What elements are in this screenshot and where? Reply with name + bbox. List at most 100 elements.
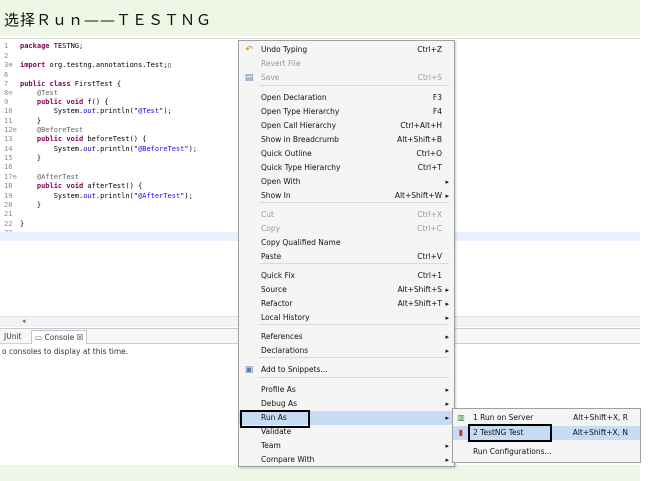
- submenu-arrow-icon: ▸: [445, 442, 449, 450]
- menu-separator: [259, 377, 449, 378]
- submenu-item-run-configurations[interactable]: Run Configurations...: [453, 445, 640, 459]
- code-token-kw: public void: [36, 98, 84, 106]
- menu-item-profile-as[interactable]: Profile As ▸: [239, 383, 454, 397]
- tab-junit[interactable]: JUnit: [4, 330, 21, 343]
- menu-item-refactor[interactable]: Refactor Alt+Shift+T ▸: [239, 297, 454, 311]
- submenu-arrow-icon: ▸: [445, 456, 449, 464]
- menu-item-local-history[interactable]: Local History ▸: [239, 311, 454, 325]
- code-token-pre: [20, 154, 37, 162]
- code-token-ann: @BeforeTest: [36, 126, 84, 134]
- code-text: public void afterTest() {: [20, 181, 142, 191]
- submenu-arrow-icon: ▸: [445, 314, 449, 322]
- submenu-item-1-run-on-server[interactable]: ▥ 1 Run on Server Alt+Shift+X, R: [453, 411, 640, 425]
- menu-item-open-call-hierarchy[interactable]: Open Call Hierarchy Ctrl+Alt+H: [239, 119, 454, 133]
- code-token-pre: System.: [20, 107, 84, 115]
- lower-band: [0, 465, 640, 481]
- code-token-post: }: [36, 117, 42, 125]
- submenu-arrow-icon: ▸: [445, 414, 449, 422]
- code-token-kw: public void: [36, 182, 84, 190]
- menu-item-debug-as[interactable]: Debug As ▸: [239, 397, 454, 411]
- menu-item-shortcut: Alt+Shift+B: [397, 135, 442, 144]
- submenu-arrow-icon: ▸: [445, 300, 449, 308]
- menu-item-label: Save: [261, 73, 280, 82]
- code-text: System.out.println("@BeforeTest");: [20, 144, 197, 154]
- menu-item-label: Cut: [261, 210, 274, 219]
- menu-item-quick-outline[interactable]: Quick Outline Ctrl+O: [239, 147, 454, 161]
- code-text: }: [20, 153, 41, 163]
- highlight-box-testng-test: [468, 424, 552, 442]
- menu-item-cut[interactable]: Cut Ctrl+X: [239, 208, 454, 222]
- menu-item-add-to-snippets[interactable]: ▣ Add to Snippets...: [239, 363, 454, 377]
- tab-console[interactable]: ▭ Console ☒: [31, 330, 88, 344]
- menu-item-label: References: [261, 332, 303, 341]
- menu-item-copy-qualified-name[interactable]: Copy Qualified Name: [239, 236, 454, 250]
- code-token-post: beforeTest() {: [83, 135, 147, 143]
- console-message: o consoles to display at this time.: [2, 347, 129, 356]
- server-run-icon: ▥: [457, 413, 465, 422]
- code-token-pre: [20, 126, 37, 134]
- line-number: 21: [4, 210, 13, 218]
- menu-item-references[interactable]: References ▸: [239, 330, 454, 344]
- code-token-str: @AfterTest: [138, 192, 181, 200]
- tab-console-label: Console ☒: [44, 333, 84, 342]
- code-token-post: afterTest() {: [83, 182, 143, 190]
- menu-item-label: Copy: [261, 224, 281, 233]
- submenu-item-shortcut: Alt+Shift+X, N: [572, 428, 628, 437]
- menu-item-undo-typing[interactable]: ↶ Undo Typing Ctrl+Z: [239, 43, 454, 57]
- menu-item-save[interactable]: ▤ Save Ctrl+S: [239, 71, 454, 85]
- context-menu: ↶ Undo Typing Ctrl+Z Revert File ▤ Save Ctrl+S…: [238, 40, 455, 467]
- menu-item-label: Show in Breadcrumb: [261, 135, 339, 144]
- code-token-pre: System.: [20, 192, 84, 200]
- snippet-icon: ▣: [244, 365, 254, 375]
- code-text: System.out.println("@AfterTest");: [20, 191, 193, 201]
- menu-item-team[interactable]: Team ▸: [239, 439, 454, 453]
- menu-item-label: Paste: [261, 252, 282, 261]
- menu-item-label: Revert File: [261, 59, 301, 68]
- submenu-arrow-icon: ▸: [445, 400, 449, 408]
- menu-item-open-declaration[interactable]: Open Declaration F3: [239, 91, 454, 105]
- menu-item-paste[interactable]: Paste Ctrl+V: [239, 250, 454, 264]
- code-token-str: @Test: [138, 107, 160, 115]
- menu-item-label: Refactor: [261, 299, 293, 308]
- scroll-left-icon[interactable]: ◂: [22, 317, 26, 325]
- code-token-pre: [20, 182, 37, 190]
- submenu-arrow-icon: ▸: [445, 286, 449, 294]
- menu-item-show-in-breadcrumb[interactable]: Show in Breadcrumb Alt+Shift+B: [239, 133, 454, 147]
- menu-item-open-with[interactable]: Open With ▸: [239, 175, 454, 189]
- menu-item-quick-type-hierarchy[interactable]: Quick Type Hierarchy Ctrl+T: [239, 161, 454, 175]
- menu-item-compare-with[interactable]: Compare With ▸: [239, 453, 454, 467]
- menu-item-shortcut: Alt+Shift+T: [397, 299, 442, 308]
- undo-icon: ↶: [245, 45, 253, 55]
- code-token-tail: ");: [180, 192, 193, 200]
- menu-item-shortcut: Ctrl+X: [417, 210, 442, 219]
- menu-item-label: Quick Type Hierarchy: [261, 163, 341, 172]
- code-token-tail: ");: [159, 107, 172, 115]
- submenu-item-label: 1 Run on Server: [473, 413, 534, 422]
- line-number: 18: [4, 182, 13, 190]
- menu-item-show-in[interactable]: Show In Alt+Shift+W ▸: [239, 189, 454, 203]
- menu-item-label: Add to Snippets...: [261, 365, 328, 374]
- menu-item-shortcut: F4: [432, 107, 442, 116]
- code-token-pre: [20, 117, 37, 125]
- code-text: }: [20, 200, 41, 210]
- menu-item-source[interactable]: Source Alt+Shift+S ▸: [239, 283, 454, 297]
- menu-item-revert-file[interactable]: Revert File: [239, 57, 454, 71]
- testng-icon: ▮: [458, 428, 464, 437]
- menu-item-declarations[interactable]: Declarations ▸: [239, 344, 454, 358]
- code-text: public void beforeTest() {: [20, 134, 147, 144]
- code-token-pre: System.: [20, 145, 84, 153]
- menu-item-shortcut: Alt+Shift+W: [394, 191, 442, 200]
- menu-item-copy[interactable]: Copy Ctrl+C: [239, 222, 454, 236]
- menu-item-label: Compare With: [261, 455, 315, 464]
- menu-item-label: Open Type Hierarchy: [261, 107, 340, 116]
- menu-item-label: Quick Fix: [261, 271, 295, 280]
- menu-item-shortcut: Ctrl+T: [417, 163, 442, 172]
- code-token-str: @BeforeTest: [138, 145, 185, 153]
- menu-item-label: Quick Outline: [261, 149, 312, 158]
- menu-item-quick-fix[interactable]: Quick Fix Ctrl+1: [239, 269, 454, 283]
- code-token-pre: [20, 98, 37, 106]
- menu-item-label: Copy Qualified Name: [261, 238, 341, 247]
- menu-item-shortcut: Ctrl+Alt+H: [400, 121, 442, 130]
- heading-text: 选择Ｒｕｎ——ＴＥＳＴＮＧ: [4, 11, 213, 29]
- menu-item-open-type-hierarchy[interactable]: Open Type Hierarchy F4: [239, 105, 454, 119]
